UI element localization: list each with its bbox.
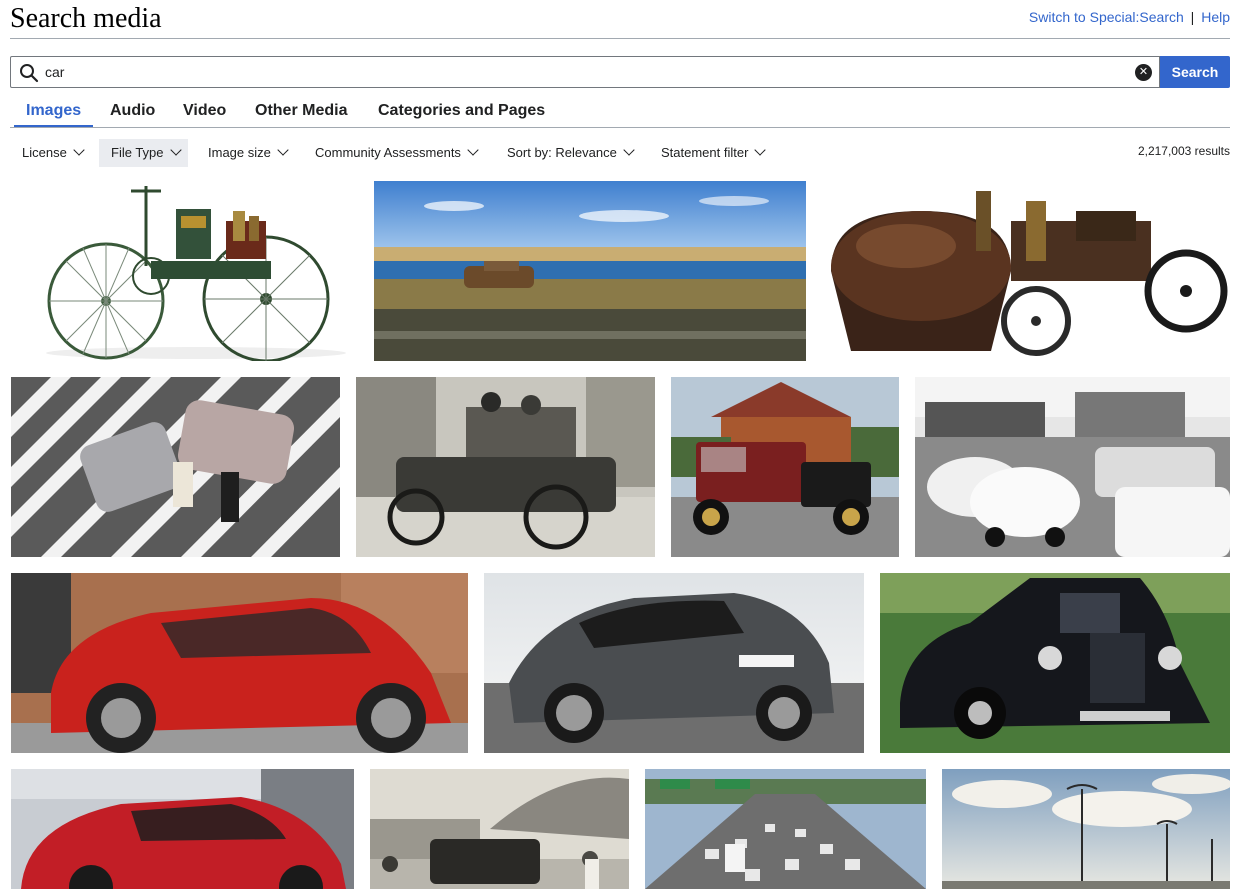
filter-file-type[interactable]: File Type bbox=[99, 139, 188, 167]
filter-community-assessments[interactable]: Community Assessments bbox=[303, 139, 485, 167]
chevron-down-icon bbox=[623, 144, 635, 156]
motorwagen-image bbox=[11, 181, 356, 361]
crosswalk-collision-image bbox=[11, 377, 340, 557]
image-result-red-hatchback[interactable] bbox=[11, 573, 468, 753]
image-result-black-vintage-sedan[interactable] bbox=[880, 573, 1230, 753]
image-result-vintage-ford[interactable] bbox=[671, 377, 899, 557]
image-result-crosswalk-collision[interactable] bbox=[11, 377, 340, 557]
image-result-highway-traffic[interactable] bbox=[645, 769, 926, 889]
filter-label: License bbox=[22, 145, 67, 160]
image-result-port-beetles[interactable] bbox=[915, 377, 1230, 557]
early-open-car-image bbox=[356, 377, 655, 557]
tab-audio[interactable]: Audio bbox=[98, 97, 167, 127]
page-title: Search media bbox=[10, 3, 162, 34]
bw-crowd-car-image bbox=[370, 769, 629, 889]
highway-traffic-image bbox=[645, 769, 926, 889]
search-box: ✕ bbox=[10, 56, 1160, 88]
image-result-highway-lamps[interactable] bbox=[942, 769, 1230, 889]
top-links: Switch to Special:Search | Help bbox=[1029, 9, 1230, 25]
chevron-down-icon bbox=[277, 144, 289, 156]
chevron-down-icon bbox=[169, 144, 182, 156]
results-count: 2,217,003 results bbox=[1137, 144, 1230, 158]
grey-sports-coupe-image bbox=[484, 573, 864, 753]
search-icon bbox=[20, 64, 39, 83]
special-search-link[interactable]: Switch to Special:Search bbox=[1029, 9, 1184, 25]
chevron-down-icon bbox=[467, 144, 479, 156]
page-header: Search media Switch to Special:Search | … bbox=[10, 0, 1230, 39]
tab-images[interactable]: Images bbox=[14, 97, 94, 127]
lake-wreck-image bbox=[374, 181, 806, 361]
chevron-down-icon bbox=[73, 144, 85, 156]
tab-other-media[interactable]: Other Media bbox=[243, 97, 359, 127]
image-result-motorwagen[interactable] bbox=[11, 181, 356, 361]
search-button[interactable]: Search bbox=[1160, 56, 1230, 88]
highway-lamps-image bbox=[942, 769, 1230, 889]
clear-icon[interactable]: ✕ bbox=[1135, 64, 1152, 81]
port-beetles-image bbox=[915, 377, 1230, 557]
filter-label: Sort by: Relevance bbox=[507, 145, 617, 160]
filter-license[interactable]: License bbox=[10, 139, 91, 167]
image-result-red-electric-sedan[interactable] bbox=[11, 769, 354, 889]
chevron-down-icon bbox=[754, 144, 767, 156]
filter-bar: License File Type Image size Community A… bbox=[10, 139, 1230, 167]
filter-label: Image size bbox=[208, 145, 271, 160]
filter-sort-by[interactable]: Sort by: Relevance bbox=[495, 139, 641, 167]
image-result-grey-sports-coupe[interactable] bbox=[484, 573, 864, 753]
link-separator: | bbox=[1190, 9, 1195, 25]
red-hatchback-image bbox=[11, 573, 468, 753]
image-result-early-open-car[interactable] bbox=[356, 377, 655, 557]
image-result-bw-crowd-car[interactable] bbox=[370, 769, 629, 889]
tab-categories-and-pages[interactable]: Categories and Pages bbox=[366, 97, 557, 127]
red-electric-sedan-image bbox=[11, 769, 354, 889]
help-link[interactable]: Help bbox=[1201, 9, 1230, 25]
vintage-ford-image bbox=[671, 377, 899, 557]
search-bar: ✕ Search bbox=[10, 56, 1230, 88]
steam-vehicle-image bbox=[826, 181, 1230, 361]
filter-image-size[interactable]: Image size bbox=[196, 139, 295, 167]
filter-statement[interactable]: Statement filter bbox=[649, 139, 772, 167]
filter-label: Community Assessments bbox=[315, 145, 461, 160]
filter-label: Statement filter bbox=[661, 145, 749, 160]
filter-label: File Type bbox=[111, 145, 164, 160]
image-result-steam-vehicle[interactable] bbox=[826, 181, 1230, 361]
tab-video[interactable]: Video bbox=[171, 97, 238, 127]
image-result-lake-wreck[interactable] bbox=[374, 181, 806, 361]
black-vintage-sedan-image bbox=[880, 573, 1230, 753]
media-type-tabs: Images Audio Video Other Media Categorie… bbox=[10, 97, 1230, 128]
search-input[interactable] bbox=[45, 61, 1125, 83]
